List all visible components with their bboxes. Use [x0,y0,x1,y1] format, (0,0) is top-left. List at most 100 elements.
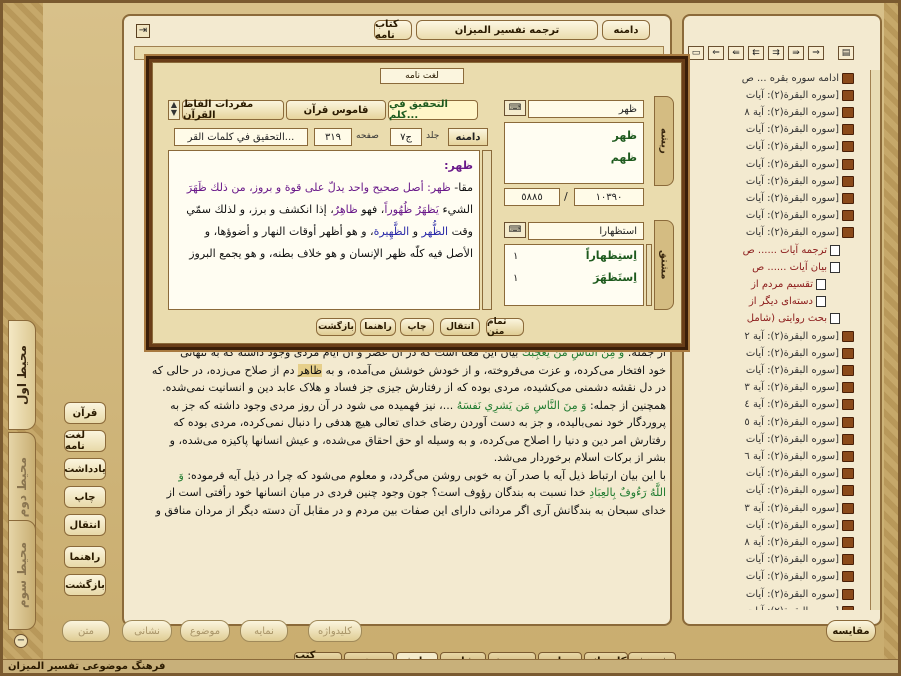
tree-item[interactable]: [سوره البقرة(٢): آيات [746,517,854,533]
tree-item-label: [سوره البقرة(٢): آية ٨ [744,106,839,118]
tree-tool-icon-5[interactable]: ⇉ [768,46,784,60]
tree-item-label: [سوره البقرة(٢): آيات [745,158,839,170]
tree-scrollbar[interactable] [870,70,880,610]
root-list-item[interactable]: ظهر [613,129,637,142]
book-icon [842,227,854,239]
tree-item[interactable]: [سوره البقرة(٢): آيات [746,173,854,189]
address-view-button[interactable]: نشانی [122,620,172,642]
book-icon [842,158,854,170]
tree-item[interactable]: [سوره البقرة(٢): آيات [746,156,854,172]
tree-item[interactable]: [سوره البقرة(٢): آيات [746,552,854,568]
tree-item-label: [سوره البقرة(٢): آيات [746,606,839,610]
root-list: ظهر ظهم [504,122,644,184]
derived-scrollbar[interactable] [646,244,652,306]
keyboard-icon[interactable]: ⌨ [504,100,526,116]
tree-tool-icon-8[interactable]: ▤ [838,46,854,60]
tree-item[interactable]: بيان آيات ...... ص [752,259,840,275]
root-input[interactable]: ظهر [528,100,644,118]
dialog-help-button[interactable]: راهنما [360,318,396,336]
dialog-back-button[interactable]: بازگشت [316,318,356,336]
domain-label[interactable]: دامنه [602,20,650,40]
tree-item[interactable]: [سوره البقرة(٢): آية ٥ [744,414,854,430]
help-button[interactable]: راهنما [64,546,106,568]
tabs-scroll[interactable]: ▲ ▼ [168,100,180,120]
book-tab-tahqiq[interactable]: التحقيق في كلم... [388,99,478,121]
book-icon [842,571,854,583]
book-icon [842,192,854,204]
tree-item[interactable]: [سوره البقرة(٢): آية ٦ [744,448,854,464]
minus-icon[interactable]: − [14,634,28,648]
tree-item[interactable]: [سوره البقرة(٢): آية ٢ [744,328,854,344]
derived-input[interactable]: استظهارا [528,222,644,240]
tab-env-1[interactable]: محیط اول [8,320,36,430]
tree-item[interactable]: ترجمه آيات ...... ص [743,242,840,258]
subject-view-button[interactable]: موضوع [180,620,230,642]
tree-item[interactable]: [سوره البقرة(٢): آية ٤ [744,397,854,413]
note-button[interactable]: یادداشت [64,458,106,480]
dictionary-article: ظهر: مقا- ظهر: أصل صحيح واحد يدلّ على قو… [168,150,480,310]
tree-item[interactable]: دسته‌ای دیگر از [749,294,826,310]
full-text-button[interactable]: تمام متن [486,317,524,337]
tree-item[interactable]: [سوره البقرة(٢): آية ٨ [744,534,854,550]
tree-item[interactable]: [سوره البقرة(٢): آيات [746,345,854,361]
book-icon [842,416,854,428]
dialog-domain-button[interactable]: دامنه [448,128,488,146]
book-tab-mufradat[interactable]: مفردات الفاظ القرآن [182,99,284,121]
article-scrollbar[interactable] [482,150,492,310]
tree-item[interactable]: بحث روایتی (شامل [747,311,840,327]
print-button[interactable]: چاپ [64,486,106,508]
tree-item[interactable]: [سوره البقرة(٢): آيات [746,483,854,499]
tree-item-label: [سوره البقرة(٢): آيات [745,175,839,187]
derived-list-item[interactable]: اِستَظهَرَ [593,271,637,284]
keyword-view-button[interactable]: کلیدواژه [308,620,362,642]
book-icon [842,89,854,101]
tree-item[interactable]: [سوره البقرة(٢): آيات [746,225,854,241]
root-tab[interactable]: ريشه [654,96,674,186]
tree-item[interactable]: [سوره البقرة(٢): آيات [746,586,854,602]
book-list-button[interactable]: کتاب نامه [374,19,412,41]
root-count-current: ٥٨٨٥ [504,188,560,206]
tree-tool-icon-3[interactable]: ⇚ [728,46,744,60]
compare-button[interactable]: مقایسه [826,620,876,642]
tree-item[interactable]: [سوره البقرة(٢): آيات [746,190,854,206]
index-view-button[interactable]: نمایه [240,620,288,642]
document-icon [830,313,840,325]
tree-item[interactable]: [سوره البقرة(٢): آيات [746,139,854,155]
tree-tool-icon-2[interactable]: ⇐ [708,46,724,60]
tree-item-label: [سوره البقرة(٢): آيات [745,210,839,222]
tree-item[interactable]: تقسیم مردم از [751,276,826,292]
dialog-transfer-button[interactable]: انتقال [440,318,480,336]
tree-item[interactable]: [سوره البقرة(٢): آيات [746,431,854,447]
tree-item[interactable]: [سوره البقرة(٢): آيات [746,466,854,482]
tree-item[interactable]: [سوره البقرة(٢): آيات [746,122,854,138]
tree-item[interactable]: [سوره البقرة(٢): آية ٣ [744,500,854,516]
tree-item[interactable]: [سوره البقرة(٢): آيات [746,569,854,585]
tree-item[interactable]: [سوره البقرة(٢): آيات [746,603,854,610]
root-list-item[interactable]: ظهم [611,151,637,164]
quran-button[interactable]: قرآن [64,402,106,424]
tree-tool-icon-6[interactable]: ⇛ [788,46,804,60]
tree-tool-icon-1[interactable]: ▭ [688,46,704,60]
book-icon [842,141,854,153]
tree-item-label: [سوره البقرة(٢): آيات [745,588,839,600]
back-button[interactable]: بازگشت [64,574,106,596]
tree-item-label: [سوره البقرة(٢): آيات [745,519,839,531]
tree-item[interactable]: [سوره البقرة(٢): آية ٨ [744,104,854,120]
transfer-button[interactable]: انتقال [64,514,106,536]
tree-item[interactable]: [سوره البقرة(٢): آيات [746,362,854,378]
tab-env-3[interactable]: محیط سوم [8,520,36,630]
tree-tool-icon-4[interactable]: ⇇ [748,46,764,60]
dialog-print-button[interactable]: چاپ [400,318,434,336]
text-view-button[interactable]: متن [62,620,110,642]
dictionary-button[interactable]: لغت نامه [64,430,106,452]
derived-tab[interactable]: مشتق [654,220,674,310]
tree-item[interactable]: ادامه سوره بقره ... ص [742,70,854,86]
derived-list-item[interactable]: اِستِظهاراً [586,249,637,262]
tree-item[interactable]: [سوره البقرة(٢): آيات [746,87,854,103]
book-icon [842,106,854,118]
tree-item[interactable]: [سوره البقرة(٢): آية ٣ [744,380,854,396]
book-tab-qamus[interactable]: قاموس قرآن [286,100,386,120]
tree-tool-icon-7[interactable]: ⇒ [808,46,824,60]
tree-item[interactable]: [سوره البقرة(٢): آيات [746,208,854,224]
keyboard-icon[interactable]: ⌨ [504,222,526,238]
